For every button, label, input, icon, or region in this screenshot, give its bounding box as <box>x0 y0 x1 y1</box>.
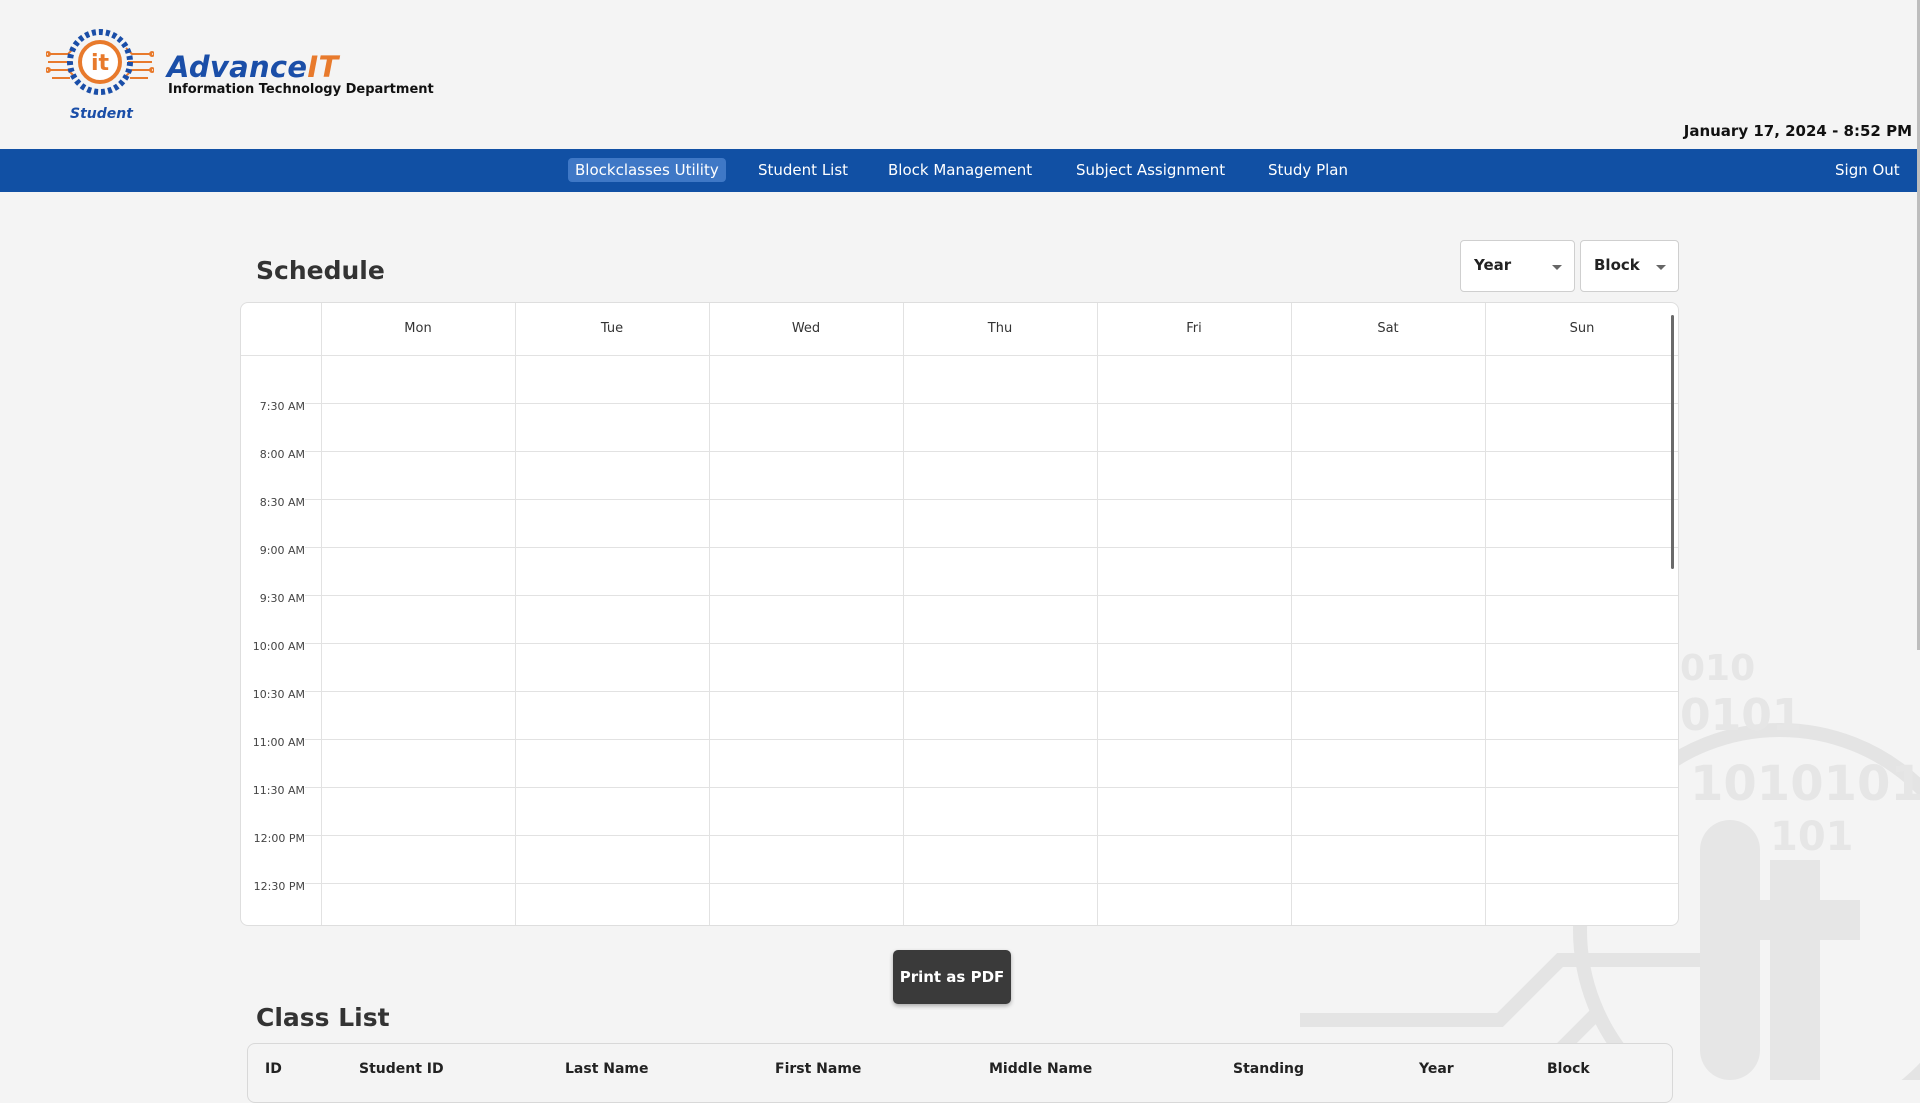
year-select[interactable]: Year <box>1460 240 1575 292</box>
page-header: it AdvanceIT Information Technology Depa… <box>0 0 1920 149</box>
column-header-year[interactable]: Year <box>1419 1061 1454 1077</box>
svg-text:010: 010 <box>1680 648 1755 689</box>
svg-text:10101010: 10101010 <box>1690 756 1920 812</box>
current-datetime: January 17, 2024 - 8:52 PM <box>1683 122 1912 140</box>
day-header-sat: Sat <box>1377 321 1399 336</box>
calendar-grid <box>241 303 1678 925</box>
svg-text:101: 101 <box>1770 814 1854 860</box>
column-header-block[interactable]: Block <box>1547 1061 1590 1077</box>
nav-student-list[interactable]: Student List <box>751 158 855 182</box>
print-pdf-button[interactable]: Print as PDF <box>893 950 1011 1004</box>
calendar-scrollbar[interactable] <box>1671 315 1674 569</box>
nav-subject-assignment[interactable]: Subject Assignment <box>1069 158 1232 182</box>
brand-subtitle: Information Technology Department <box>168 82 434 97</box>
time-label: 9:30 AM <box>259 592 305 605</box>
brand-role-label: Student <box>70 106 133 122</box>
day-header-tue: Tue <box>600 321 624 336</box>
sign-out-link[interactable]: Sign Out <box>1828 158 1907 182</box>
main-navbar: Blockclasses Utility Student List Block … <box>0 149 1920 192</box>
class-list-table: ID Student ID Last Name First Name Middl… <box>247 1043 1673 1103</box>
time-label: 8:00 AM <box>259 448 305 461</box>
block-select-value: Block <box>1594 256 1640 274</box>
day-header-sun: Sun <box>1569 321 1595 336</box>
nav-blockclasses-utility[interactable]: Blockclasses Utility <box>568 158 726 182</box>
column-header-first-name[interactable]: First Name <box>775 1061 861 1077</box>
brand-name: AdvanceIT <box>167 50 339 84</box>
chevron-down-icon <box>1552 265 1562 270</box>
schedule-title: Schedule <box>256 256 385 285</box>
time-label: 7:30 AM <box>259 400 305 413</box>
class-list-title: Class List <box>256 1003 390 1032</box>
advanceit-logo-icon: it <box>46 29 154 95</box>
column-header-standing[interactable]: Standing <box>1233 1061 1304 1077</box>
schedule-calendar: Mon Tue Wed Thu Fri Sat Sun 7:30 AM 8:00… <box>240 302 1679 926</box>
day-header-thu: Thu <box>987 321 1013 336</box>
time-label: 12:30 PM <box>253 880 305 893</box>
day-header-mon: Mon <box>404 321 432 336</box>
block-select[interactable]: Block <box>1580 240 1679 292</box>
time-label: 12:00 PM <box>253 832 305 845</box>
time-label: 9:00 AM <box>259 544 305 557</box>
nav-block-management[interactable]: Block Management <box>881 158 1039 182</box>
column-header-id[interactable]: ID <box>265 1061 282 1077</box>
time-label: 8:30 AM <box>259 496 305 509</box>
nav-study-plan[interactable]: Study Plan <box>1261 158 1355 182</box>
time-label: 11:30 AM <box>252 784 305 797</box>
chevron-down-icon <box>1656 265 1666 270</box>
svg-text:it: it <box>91 51 110 76</box>
day-header-fri: Fri <box>1186 321 1202 336</box>
svg-text:0101: 0101 <box>1680 690 1802 741</box>
day-header-wed: Wed <box>791 321 821 336</box>
time-label: 10:30 AM <box>252 688 305 701</box>
column-header-student-id[interactable]: Student ID <box>359 1061 444 1077</box>
time-label: 11:00 AM <box>252 736 305 749</box>
column-header-last-name[interactable]: Last Name <box>565 1061 649 1077</box>
year-select-value: Year <box>1474 256 1512 274</box>
column-header-middle-name[interactable]: Middle Name <box>989 1061 1092 1077</box>
time-label: 10:00 AM <box>252 640 305 653</box>
